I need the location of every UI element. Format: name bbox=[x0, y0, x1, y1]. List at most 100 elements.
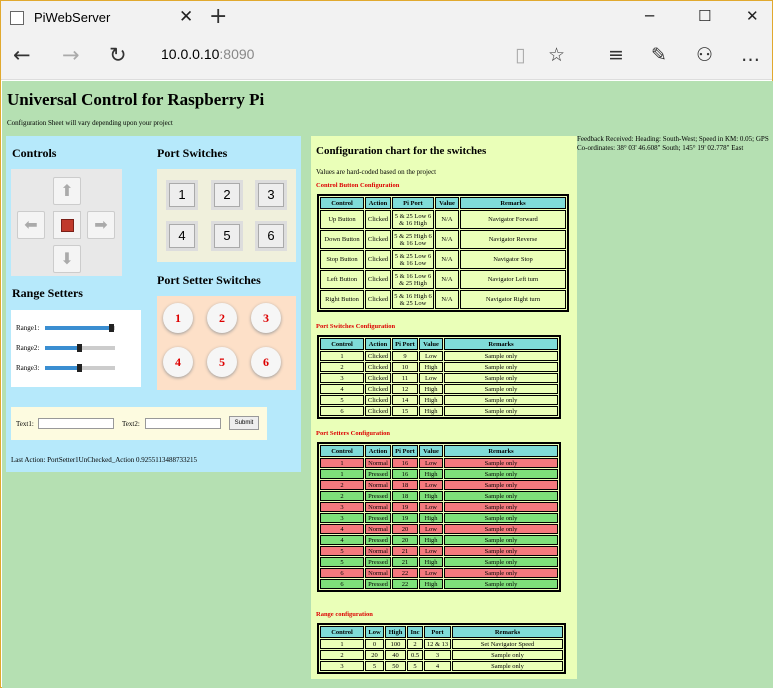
switch-config-table: Control Action Pi Port Value Remarks 1 Clicked… bbox=[317, 335, 561, 419]
port-setter-6[interactable]: 6 bbox=[251, 347, 281, 377]
table-cell: Navigator Reverse bbox=[460, 230, 566, 249]
table-cell: High bbox=[419, 384, 443, 394]
table-cell: Normal bbox=[365, 546, 391, 556]
table-cell: 2 bbox=[320, 650, 364, 660]
range3-knob[interactable] bbox=[77, 364, 82, 372]
range3-slider[interactable] bbox=[45, 364, 115, 372]
table-row: 4 Pressed 20 High Sample only bbox=[320, 535, 558, 545]
table-cell: 4 bbox=[320, 535, 364, 545]
range-setters-heading: Range Setters bbox=[12, 286, 83, 300]
table-cell: 4 bbox=[424, 661, 451, 671]
close-window-icon[interactable]: ✕ bbox=[746, 7, 759, 25]
port-setter-4[interactable]: 4 bbox=[163, 347, 193, 377]
table-row: 1 0 100 2 12 & 13 Set Navigator Speed bbox=[320, 639, 563, 649]
submit-button[interactable]: Submit bbox=[229, 416, 259, 430]
table-cell: 0.5 bbox=[407, 650, 423, 660]
more-icon[interactable]: … bbox=[741, 44, 760, 66]
range2-slider[interactable] bbox=[45, 344, 115, 352]
port-switch-5[interactable]: 5 bbox=[214, 224, 240, 248]
down-arrow-button[interactable]: ⬇ bbox=[53, 245, 81, 273]
table-cell: 100 bbox=[385, 639, 406, 649]
port-switch-4[interactable]: 4 bbox=[169, 224, 195, 248]
hub-icon[interactable]: ≡ bbox=[608, 44, 624, 66]
tab-piwebserver[interactable]: PiWebServer ✕ bbox=[1, 1, 201, 35]
range2-knob[interactable] bbox=[77, 344, 82, 352]
table-cell: Clicked bbox=[365, 351, 391, 361]
reading-view-icon[interactable]: ▯ bbox=[515, 44, 525, 66]
table-cell: Clicked bbox=[365, 362, 391, 372]
table-cell: High bbox=[419, 513, 443, 523]
url-port: :8090 bbox=[219, 46, 255, 62]
table-cell: 12 bbox=[392, 384, 418, 394]
favorite-star-icon[interactable]: ☆ bbox=[548, 44, 565, 66]
table-cell: Navigator Right turn bbox=[460, 290, 566, 309]
text1-label: Text1: bbox=[16, 420, 34, 428]
text1-input[interactable] bbox=[38, 418, 114, 429]
table-row: 5 Pressed 21 High Sample only bbox=[320, 557, 558, 567]
controls-heading: Controls bbox=[12, 146, 57, 160]
column-header: Value bbox=[435, 197, 459, 209]
column-header: Control bbox=[320, 626, 364, 638]
port-switch-2[interactable]: 2 bbox=[214, 183, 240, 207]
range-section-title: Range configuration bbox=[316, 611, 373, 618]
port-setter-3[interactable]: 3 bbox=[251, 303, 281, 333]
table-cell: 50 bbox=[385, 661, 406, 671]
table-cell: 22 bbox=[392, 579, 418, 589]
right-arrow-button[interactable]: ➡ bbox=[87, 211, 115, 239]
table-cell: Sample only bbox=[444, 384, 558, 394]
table-cell: 19 bbox=[392, 502, 418, 512]
page-icon bbox=[10, 11, 24, 25]
table-row: 6 Normal 22 Low Sample only bbox=[320, 568, 558, 578]
port-switch-1[interactable]: 1 bbox=[169, 183, 195, 207]
table-row: Up Button Clicked 5 & 25 Low 6 & 16 High N/… bbox=[320, 210, 566, 229]
range1-knob[interactable] bbox=[108, 324, 114, 332]
table-row: 1 Clicked 9 Low Sample only bbox=[320, 351, 558, 361]
port-setter-1[interactable]: 1 bbox=[163, 303, 193, 333]
port-switch-6[interactable]: 6 bbox=[258, 224, 284, 248]
table-cell: 1 bbox=[320, 351, 364, 361]
range1-label: Range1: bbox=[16, 324, 40, 332]
column-header: High bbox=[385, 626, 406, 638]
column-header: Remarks bbox=[444, 445, 558, 457]
text2-label: Text2: bbox=[122, 420, 140, 428]
table-cell: 3 bbox=[424, 650, 451, 660]
table-cell: 20 bbox=[365, 650, 384, 660]
table-cell: 3 bbox=[320, 661, 364, 671]
control-panel: Controls Port Switches ⬆ ⬅ ➡ ⬇ 1 2 3 4 5… bbox=[6, 136, 301, 472]
table-cell: High bbox=[419, 535, 443, 545]
table-cell: Down Button bbox=[320, 230, 364, 249]
range1-slider[interactable] bbox=[45, 324, 115, 332]
stop-button[interactable] bbox=[53, 211, 81, 239]
share-icon[interactable]: ⚇ bbox=[696, 44, 713, 66]
close-tab-icon[interactable]: ✕ bbox=[179, 7, 193, 27]
table-cell: Pressed bbox=[365, 535, 391, 545]
page-title: Universal Control for Raspberry Pi bbox=[7, 90, 265, 109]
back-icon[interactable]: ← bbox=[13, 43, 31, 67]
page-content: Universal Control for Raspberry Pi Confi… bbox=[2, 81, 773, 688]
table-row: 1 Pressed 16 High Sample only bbox=[320, 469, 558, 479]
config-note: Values are hard-coded based on the proje… bbox=[316, 168, 437, 176]
up-arrow-button[interactable]: ⬆ bbox=[53, 177, 81, 205]
table-row: 4 Normal 20 Low Sample only bbox=[320, 524, 558, 534]
refresh-icon[interactable]: ↻ bbox=[109, 43, 127, 67]
table-cell: Sample only bbox=[444, 469, 558, 479]
maximize-icon[interactable]: ☐ bbox=[698, 7, 711, 25]
left-arrow-button[interactable]: ⬅ bbox=[17, 211, 45, 239]
table-cell: 0 bbox=[365, 639, 384, 649]
text2-input[interactable] bbox=[145, 418, 221, 429]
port-setter-2[interactable]: 2 bbox=[207, 303, 237, 333]
port-switch-3[interactable]: 3 bbox=[258, 183, 284, 207]
table-cell: Low bbox=[419, 480, 443, 490]
port-setter-5[interactable]: 5 bbox=[207, 347, 237, 377]
minimize-icon[interactable]: ─ bbox=[645, 7, 654, 25]
table-cell: Low bbox=[419, 568, 443, 578]
table-cell: 19 bbox=[392, 513, 418, 523]
web-note-icon[interactable]: ✎ bbox=[651, 44, 667, 66]
url-field[interactable]: 10.0.0.10:8090 bbox=[161, 46, 254, 62]
forward-icon[interactable]: → bbox=[62, 43, 80, 67]
table-cell: 5 & 25 High 6 & 16 Low bbox=[392, 230, 434, 249]
last-action-text: Last Action: PortSetter1UnChecked_Action… bbox=[11, 456, 197, 464]
column-header: Control bbox=[320, 338, 364, 350]
new-tab-icon[interactable]: + bbox=[209, 4, 227, 29]
table-cell: Sample only bbox=[444, 557, 558, 567]
